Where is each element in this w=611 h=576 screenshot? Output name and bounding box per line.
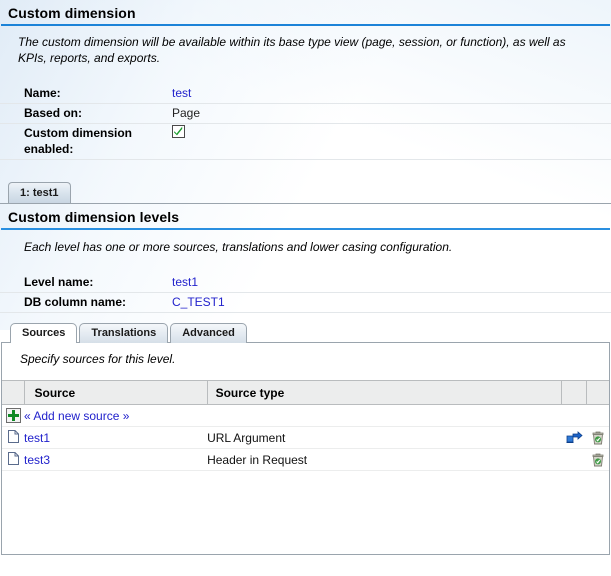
row-delete-action-cell xyxy=(586,426,609,449)
tab-translations[interactable]: Translations xyxy=(79,323,169,343)
field-row-enabled: Custom dimension enabled: xyxy=(0,123,611,160)
field-value-db-column: C_TEST1 xyxy=(172,292,611,313)
field-label-db-column: DB column name: xyxy=(0,292,172,313)
checkmark-icon xyxy=(174,126,183,136)
page-title: Custom dimension xyxy=(8,5,136,21)
add-source-icon-cell xyxy=(2,404,24,427)
field-label-based-on: Based on: xyxy=(0,103,172,124)
field-row-based-on: Based on: Page xyxy=(0,103,611,124)
level-name-value[interactable]: test1 xyxy=(172,275,198,289)
custom-dimension-enabled-checkbox[interactable] xyxy=(172,125,185,138)
table-row: test3 Header in Request xyxy=(2,448,609,471)
plus-icon[interactable] xyxy=(5,407,21,423)
row-source-type: URL Argument xyxy=(207,426,562,449)
column-header-action-2 xyxy=(586,380,609,405)
field-label-name: Name: xyxy=(0,84,172,104)
field-label-enabled: Custom dimension enabled: xyxy=(0,123,172,160)
page-root: Custom dimension The custom dimension wi… xyxy=(0,0,611,555)
row-document-icon-cell xyxy=(2,426,24,449)
row-delete-action-cell xyxy=(586,448,609,471)
source-link-test3[interactable]: test3 xyxy=(24,453,50,467)
document-icon xyxy=(7,429,19,443)
sources-note: Specify sources for this level. xyxy=(20,352,176,366)
tab-strip-baseline xyxy=(0,203,611,204)
sources-panel: Specify sources for this level. Source S… xyxy=(1,343,610,555)
add-new-source-row[interactable]: « Add new source » xyxy=(2,404,609,427)
column-header-action-1 xyxy=(561,380,587,405)
table-row: test1 URL Argument xyxy=(2,426,609,449)
dimension-name-value[interactable]: test xyxy=(172,86,191,100)
field-row-level-name: Level name: test1 xyxy=(0,273,611,293)
db-column-name-value[interactable]: C_TEST1 xyxy=(172,295,225,309)
move-icon[interactable] xyxy=(566,431,583,445)
dimension-fields: Name: test Based on: Page Custom dimensi… xyxy=(0,84,611,160)
field-value-based-on: Page xyxy=(172,103,611,124)
based-on-value: Page xyxy=(172,106,201,120)
levels-description: Each level has one or more sources, tran… xyxy=(24,240,453,254)
tab-advanced[interactable]: Advanced xyxy=(170,323,247,343)
source-link-test1[interactable]: test1 xyxy=(24,431,50,445)
dimension-description: The custom dimension will be available w… xyxy=(18,35,566,65)
row-move-action-cell-empty xyxy=(561,448,587,471)
row-source-name: test3 xyxy=(24,448,208,471)
field-value-level-name: test1 xyxy=(172,273,611,293)
add-new-source-link[interactable]: « Add new source » xyxy=(24,409,129,423)
field-value-name: test xyxy=(172,84,611,104)
row-source-name: test1 xyxy=(24,426,208,449)
row-document-icon-cell xyxy=(2,448,24,471)
delete-icon[interactable] xyxy=(591,431,605,445)
level-tab-strip: 1: test1 xyxy=(0,182,611,204)
levels-title: Custom dimension levels xyxy=(8,209,180,225)
field-value-enabled xyxy=(172,123,611,160)
sources-table: Source Source type « Add new source » te… xyxy=(2,380,609,471)
tab-sources[interactable]: Sources xyxy=(10,323,78,344)
field-row-name: Name: test xyxy=(0,84,611,104)
column-header-source-type: Source type xyxy=(207,380,563,405)
add-source-label-cell: « Add new source » xyxy=(24,404,609,427)
field-row-db-column: DB column name: C_TEST1 xyxy=(0,292,611,313)
column-header-source: Source xyxy=(24,380,208,405)
column-header-spacer xyxy=(2,380,25,405)
document-icon xyxy=(7,451,19,465)
field-label-level-name: Level name: xyxy=(0,273,172,293)
table-header-row: Source Source type xyxy=(2,380,609,405)
level-detail-tabs: Sources Translations Advanced xyxy=(0,323,611,344)
delete-icon[interactable] xyxy=(591,453,605,467)
level-fields: Level name: test1 DB column name: C_TEST… xyxy=(0,273,611,313)
row-move-action-cell xyxy=(561,426,587,449)
row-source-type: Header in Request xyxy=(207,448,562,471)
tab-level-1[interactable]: 1: test1 xyxy=(8,182,71,203)
